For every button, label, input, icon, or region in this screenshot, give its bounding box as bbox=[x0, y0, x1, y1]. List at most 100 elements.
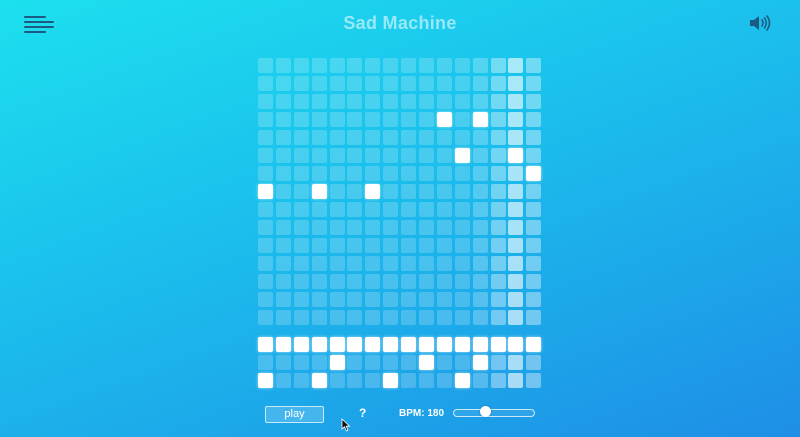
melody-cell[interactable] bbox=[490, 238, 506, 253]
melody-cell[interactable] bbox=[490, 130, 506, 145]
speaker-volume-icon[interactable] bbox=[748, 13, 772, 33]
drum-cell[interactable] bbox=[454, 337, 470, 352]
melody-cell[interactable] bbox=[436, 238, 452, 253]
melody-cell[interactable] bbox=[293, 238, 309, 253]
melody-cell[interactable] bbox=[383, 310, 399, 325]
drum-cell[interactable] bbox=[490, 355, 506, 370]
melody-cell[interactable] bbox=[311, 58, 327, 73]
melody-cell[interactable] bbox=[365, 94, 381, 109]
help-button[interactable]: ? bbox=[359, 406, 366, 420]
melody-cell[interactable] bbox=[365, 220, 381, 235]
melody-cell[interactable] bbox=[436, 166, 452, 181]
melody-cell[interactable] bbox=[419, 166, 435, 181]
melody-cell[interactable] bbox=[401, 310, 417, 325]
melody-cell[interactable] bbox=[472, 94, 488, 109]
melody-cell[interactable] bbox=[293, 274, 309, 289]
melody-cell[interactable] bbox=[454, 112, 470, 127]
melody-cell[interactable] bbox=[526, 148, 542, 163]
drum-cell[interactable] bbox=[526, 373, 542, 388]
melody-cell[interactable] bbox=[311, 274, 327, 289]
melody-cell[interactable] bbox=[258, 166, 273, 181]
drum-cell[interactable] bbox=[383, 337, 399, 352]
drum-cell[interactable] bbox=[472, 337, 488, 352]
melody-cell[interactable] bbox=[311, 220, 327, 235]
melody-cell[interactable] bbox=[258, 130, 273, 145]
melody-cell[interactable] bbox=[275, 184, 291, 199]
melody-cell[interactable] bbox=[490, 202, 506, 217]
melody-cell[interactable] bbox=[383, 76, 399, 91]
melody-cell[interactable] bbox=[275, 310, 291, 325]
melody-cell[interactable] bbox=[436, 184, 452, 199]
melody-cell[interactable] bbox=[472, 220, 488, 235]
melody-cell[interactable] bbox=[401, 220, 417, 235]
drum-cell[interactable] bbox=[329, 337, 345, 352]
melody-cell[interactable] bbox=[490, 148, 506, 163]
melody-cell[interactable] bbox=[454, 238, 470, 253]
drum-cell[interactable] bbox=[436, 355, 452, 370]
drum-cell[interactable] bbox=[365, 337, 381, 352]
melody-cell[interactable] bbox=[365, 274, 381, 289]
melody-cell[interactable] bbox=[347, 112, 363, 127]
melody-cell[interactable] bbox=[454, 166, 470, 181]
melody-cell[interactable] bbox=[401, 130, 417, 145]
melody-cell[interactable] bbox=[419, 130, 435, 145]
drum-cell[interactable] bbox=[258, 337, 273, 352]
melody-cell[interactable] bbox=[329, 310, 345, 325]
melody-cell[interactable] bbox=[454, 256, 470, 271]
melody-cell[interactable] bbox=[436, 58, 452, 73]
melody-cell[interactable] bbox=[526, 58, 542, 73]
melody-cell[interactable] bbox=[472, 58, 488, 73]
melody-cell[interactable] bbox=[401, 112, 417, 127]
melody-cell[interactable] bbox=[472, 130, 488, 145]
melody-cell[interactable] bbox=[419, 274, 435, 289]
drum-cell[interactable] bbox=[275, 373, 291, 388]
melody-cell[interactable] bbox=[258, 220, 273, 235]
melody-cell[interactable] bbox=[347, 148, 363, 163]
melody-cell[interactable] bbox=[258, 238, 273, 253]
melody-cell[interactable] bbox=[436, 202, 452, 217]
melody-cell[interactable] bbox=[329, 94, 345, 109]
melody-cell[interactable] bbox=[258, 256, 273, 271]
melody-cell[interactable] bbox=[490, 166, 506, 181]
melody-cell[interactable] bbox=[526, 256, 542, 271]
melody-cell[interactable] bbox=[311, 94, 327, 109]
melody-cell[interactable] bbox=[472, 256, 488, 271]
melody-cell[interactable] bbox=[526, 76, 542, 91]
melody-cell[interactable] bbox=[490, 274, 506, 289]
melody-cell[interactable] bbox=[454, 274, 470, 289]
melody-cell[interactable] bbox=[454, 94, 470, 109]
melody-cell[interactable] bbox=[508, 76, 524, 91]
drum-cell[interactable] bbox=[526, 355, 542, 370]
melody-cell[interactable] bbox=[347, 292, 363, 307]
drum-cell[interactable] bbox=[347, 373, 363, 388]
melody-cell[interactable] bbox=[383, 274, 399, 289]
drum-cell[interactable] bbox=[275, 355, 291, 370]
melody-cell[interactable] bbox=[526, 112, 542, 127]
drum-cell[interactable] bbox=[436, 373, 452, 388]
melody-cell[interactable] bbox=[436, 130, 452, 145]
melody-cell[interactable] bbox=[293, 220, 309, 235]
melody-cell[interactable] bbox=[454, 130, 470, 145]
melody-cell[interactable] bbox=[419, 256, 435, 271]
melody-cell[interactable] bbox=[329, 292, 345, 307]
melody-cell[interactable] bbox=[275, 112, 291, 127]
melody-cell[interactable] bbox=[419, 310, 435, 325]
melody-cell[interactable] bbox=[419, 292, 435, 307]
melody-cell[interactable] bbox=[275, 292, 291, 307]
melody-cell[interactable] bbox=[508, 310, 524, 325]
melody-cell[interactable] bbox=[329, 238, 345, 253]
melody-cell[interactable] bbox=[454, 202, 470, 217]
drum-cell[interactable] bbox=[508, 373, 524, 388]
melody-cell[interactable] bbox=[526, 166, 542, 181]
melody-cell[interactable] bbox=[365, 238, 381, 253]
melody-cell[interactable] bbox=[347, 202, 363, 217]
drum-cell[interactable] bbox=[383, 355, 399, 370]
melody-cell[interactable] bbox=[311, 130, 327, 145]
melody-cell[interactable] bbox=[258, 58, 273, 73]
melody-cell[interactable] bbox=[490, 94, 506, 109]
melody-cell[interactable] bbox=[472, 148, 488, 163]
melody-cell[interactable] bbox=[490, 256, 506, 271]
melody-cell[interactable] bbox=[508, 202, 524, 217]
melody-cell[interactable] bbox=[275, 238, 291, 253]
melody-cell[interactable] bbox=[347, 94, 363, 109]
